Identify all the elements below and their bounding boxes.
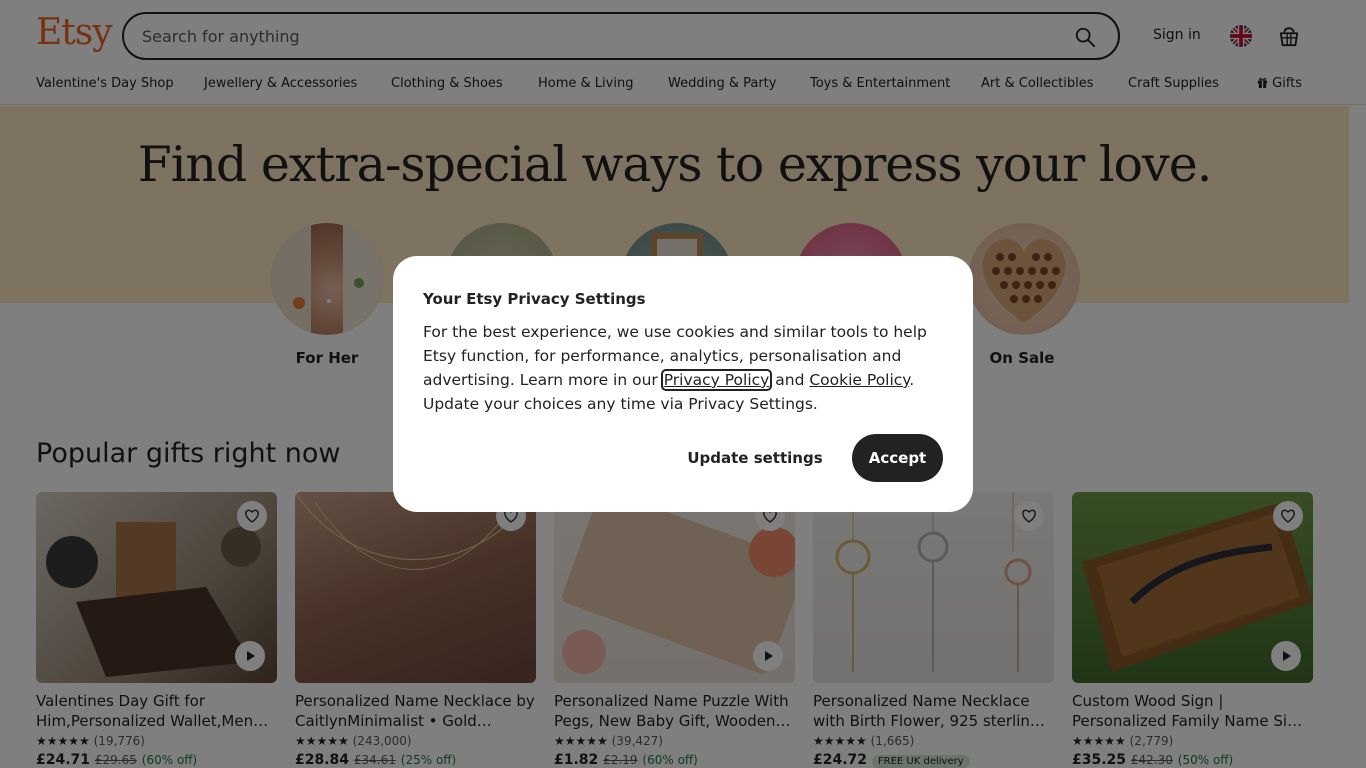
privacy-settings-dialog: Your Etsy Privacy Settings For the best …	[393, 256, 973, 512]
update-settings-button[interactable]: Update settings	[675, 436, 835, 480]
dialog-text-2: and	[770, 371, 810, 389]
dialog-title: Your Etsy Privacy Settings	[423, 290, 646, 308]
accept-button[interactable]: Accept	[852, 434, 943, 482]
privacy-policy-link[interactable]: Privacy Policy	[660, 369, 773, 391]
cookie-policy-link[interactable]: Cookie Policy	[809, 371, 909, 389]
dialog-body: For the best experience, we use cookies …	[423, 320, 953, 416]
